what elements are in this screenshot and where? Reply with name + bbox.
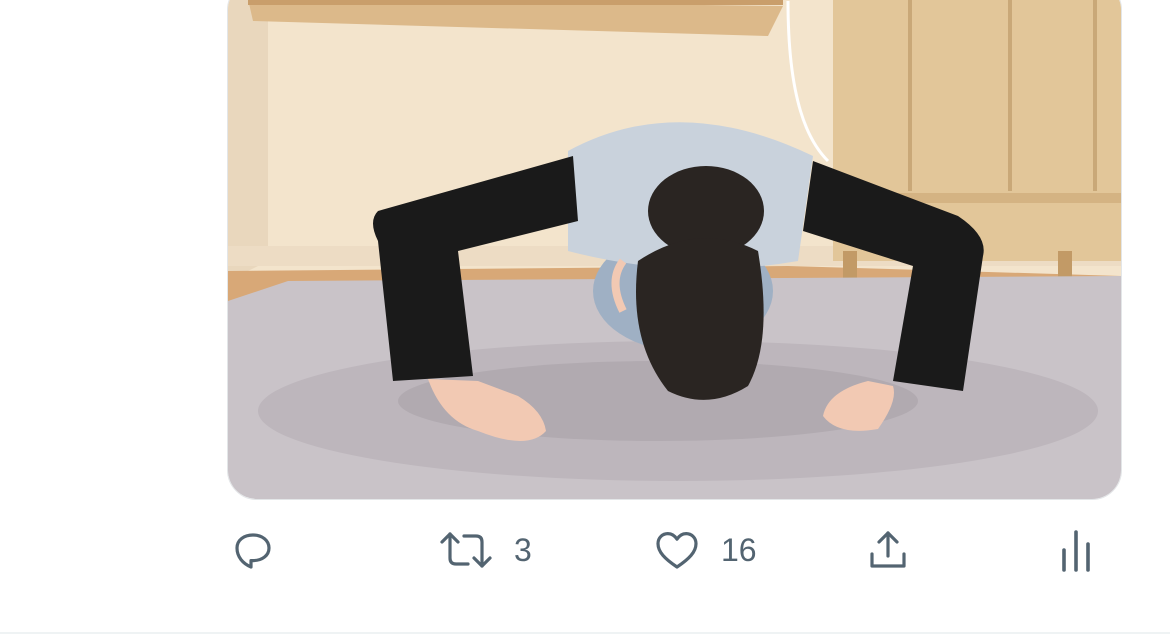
like-button[interactable]: 16 <box>653 520 757 580</box>
heart-icon <box>653 526 701 574</box>
retweet-count: 3 <box>514 531 532 568</box>
tweet-photo[interactable] <box>227 0 1122 500</box>
share-icon <box>864 526 912 574</box>
reply-button[interactable] <box>229 520 297 580</box>
like-count: 16 <box>721 531 757 568</box>
analytics-button[interactable] <box>1056 520 1096 580</box>
photo-illustration <box>228 0 1121 499</box>
tweet-actions: 3 16 <box>0 520 1170 590</box>
share-button[interactable] <box>864 520 912 580</box>
reply-icon <box>229 526 277 574</box>
tweet-divider <box>0 632 1170 634</box>
retweet-icon <box>438 526 494 574</box>
analytics-icon <box>1056 526 1096 574</box>
retweet-button[interactable]: 3 <box>438 520 532 580</box>
tweet: 3 16 <box>0 0 1170 638</box>
